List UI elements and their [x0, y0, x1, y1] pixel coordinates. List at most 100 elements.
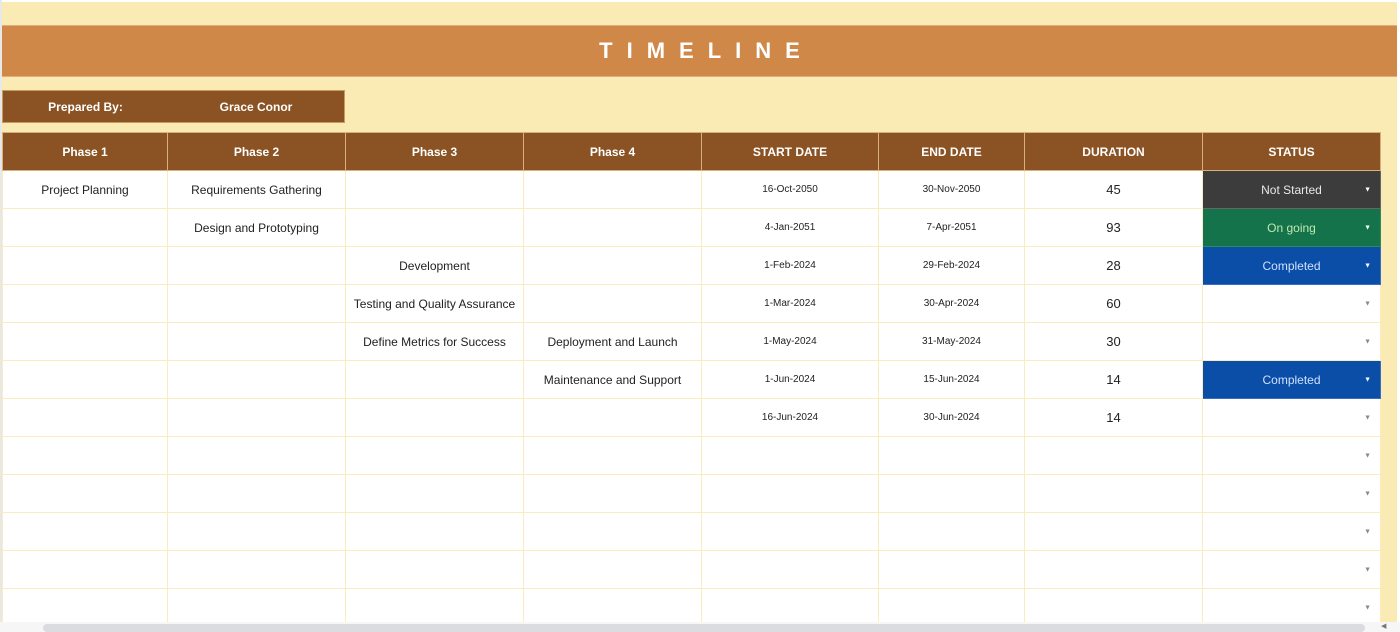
- phase-4-cell[interactable]: [523, 398, 702, 437]
- phase-1-cell[interactable]: [2, 550, 168, 589]
- phase-1-cell[interactable]: [2, 436, 168, 475]
- dropdown-caret-icon[interactable]: ▼: [1364, 490, 1371, 497]
- dropdown-caret-icon[interactable]: ▼: [1364, 186, 1371, 193]
- dropdown-caret-icon[interactable]: ▼: [1364, 338, 1371, 345]
- duration-cell[interactable]: [1024, 550, 1203, 589]
- phase-3-cell[interactable]: [345, 550, 524, 589]
- phase-1-cell[interactable]: [2, 208, 168, 247]
- phase-3-cell[interactable]: [345, 208, 524, 247]
- phase-2-cell[interactable]: [167, 360, 346, 399]
- duration-cell[interactable]: 28: [1024, 246, 1203, 285]
- phase-4-cell[interactable]: [523, 550, 702, 589]
- dropdown-caret-icon[interactable]: ▼: [1364, 566, 1371, 573]
- end-date-cell[interactable]: 30-Nov-2050: [878, 170, 1025, 209]
- end-date-cell[interactable]: [878, 436, 1025, 475]
- end-date-cell[interactable]: [878, 512, 1025, 551]
- start-date-cell[interactable]: [701, 588, 879, 627]
- dropdown-caret-icon[interactable]: ▼: [1364, 376, 1371, 383]
- start-date-cell[interactable]: 1-May-2024: [701, 322, 879, 361]
- start-date-cell[interactable]: [701, 550, 879, 589]
- dropdown-caret-icon[interactable]: ▼: [1364, 262, 1371, 269]
- phase-4-cell[interactable]: [523, 512, 702, 551]
- duration-cell[interactable]: 14: [1024, 360, 1203, 399]
- phase-3-cell[interactable]: [345, 360, 524, 399]
- dropdown-caret-icon[interactable]: ▼: [1364, 528, 1371, 535]
- end-date-cell[interactable]: 31-May-2024: [878, 322, 1025, 361]
- start-date-cell[interactable]: [701, 512, 879, 551]
- phase-1-cell[interactable]: [2, 588, 168, 627]
- phase-3-cell[interactable]: [345, 474, 524, 513]
- phase-4-cell[interactable]: Deployment and Launch: [523, 322, 702, 361]
- status-dropdown[interactable]: ▼: [1202, 436, 1381, 475]
- phase-2-cell[interactable]: [167, 284, 346, 323]
- start-date-cell[interactable]: 16-Oct-2050: [701, 170, 879, 209]
- column-header-end-date[interactable]: END DATE: [878, 132, 1025, 171]
- column-header-phase-2[interactable]: Phase 2: [167, 132, 346, 171]
- phase-1-cell[interactable]: [2, 512, 168, 551]
- duration-cell[interactable]: 93: [1024, 208, 1203, 247]
- status-dropdown[interactable]: ▼: [1202, 512, 1381, 551]
- phase-3-cell[interactable]: Testing and Quality Assurance: [345, 284, 524, 323]
- dropdown-caret-icon[interactable]: ▼: [1364, 604, 1371, 611]
- phase-1-cell[interactable]: Project Planning: [2, 170, 168, 209]
- status-dropdown[interactable]: ▼: [1202, 474, 1381, 513]
- column-header-phase-3[interactable]: Phase 3: [345, 132, 524, 171]
- duration-cell[interactable]: [1024, 474, 1203, 513]
- phase-2-cell[interactable]: [167, 436, 346, 475]
- phase-3-cell[interactable]: [345, 170, 524, 209]
- column-header-phase-4[interactable]: Phase 4: [523, 132, 702, 171]
- start-date-cell[interactable]: 16-Jun-2024: [701, 398, 879, 437]
- phase-4-cell[interactable]: Maintenance and Support: [523, 360, 702, 399]
- phase-1-cell[interactable]: [2, 284, 168, 323]
- end-date-cell[interactable]: [878, 474, 1025, 513]
- status-dropdown[interactable]: ▼: [1202, 284, 1381, 323]
- phase-2-cell[interactable]: [167, 474, 346, 513]
- phase-1-cell[interactable]: [2, 360, 168, 399]
- duration-cell[interactable]: 14: [1024, 398, 1203, 437]
- phase-4-cell[interactable]: [523, 208, 702, 247]
- status-dropdown[interactable]: ▼: [1202, 398, 1381, 437]
- phase-2-cell[interactable]: Design and Prototyping: [167, 208, 346, 247]
- duration-cell[interactable]: 45: [1024, 170, 1203, 209]
- column-header-duration[interactable]: DURATION: [1024, 132, 1203, 171]
- start-date-cell[interactable]: 1-Feb-2024: [701, 246, 879, 285]
- dropdown-caret-icon[interactable]: ▼: [1364, 300, 1371, 307]
- phase-2-cell[interactable]: [167, 588, 346, 627]
- end-date-cell[interactable]: 15-Jun-2024: [878, 360, 1025, 399]
- start-date-cell[interactable]: 4-Jan-2051: [701, 208, 879, 247]
- status-dropdown[interactable]: Not Started ▼: [1202, 170, 1381, 209]
- status-dropdown[interactable]: ▼: [1202, 322, 1381, 361]
- end-date-cell[interactable]: [878, 588, 1025, 627]
- status-dropdown[interactable]: Completed ▼: [1202, 360, 1381, 399]
- phase-3-cell[interactable]: [345, 436, 524, 475]
- phase-3-cell[interactable]: Development: [345, 246, 524, 285]
- phase-2-cell[interactable]: [167, 322, 346, 361]
- end-date-cell[interactable]: 7-Apr-2051: [878, 208, 1025, 247]
- phase-1-cell[interactable]: [2, 398, 168, 437]
- phase-4-cell[interactable]: [523, 474, 702, 513]
- phase-4-cell[interactable]: [523, 588, 702, 627]
- duration-cell[interactable]: [1024, 436, 1203, 475]
- phase-4-cell[interactable]: [523, 246, 702, 285]
- prepared-by-value[interactable]: Grace Conor: [168, 100, 344, 114]
- phase-2-cell[interactable]: [167, 550, 346, 589]
- horizontal-scrollbar[interactable]: ◀: [0, 622, 1400, 632]
- duration-cell[interactable]: 60: [1024, 284, 1203, 323]
- phase-3-cell[interactable]: Define Metrics for Success: [345, 322, 524, 361]
- start-date-cell[interactable]: [701, 436, 879, 475]
- status-dropdown[interactable]: ▼: [1202, 588, 1381, 627]
- phase-1-cell[interactable]: [2, 246, 168, 285]
- scrollbar-thumb[interactable]: [43, 624, 1365, 632]
- phase-3-cell[interactable]: [345, 398, 524, 437]
- start-date-cell[interactable]: 1-Mar-2024: [701, 284, 879, 323]
- end-date-cell[interactable]: 30-Jun-2024: [878, 398, 1025, 437]
- phase-2-cell[interactable]: Requirements Gathering: [167, 170, 346, 209]
- start-date-cell[interactable]: [701, 474, 879, 513]
- column-header-start-date[interactable]: START DATE: [701, 132, 879, 171]
- dropdown-caret-icon[interactable]: ▼: [1364, 452, 1371, 459]
- phase-2-cell[interactable]: [167, 512, 346, 551]
- start-date-cell[interactable]: 1-Jun-2024: [701, 360, 879, 399]
- phase-3-cell[interactable]: [345, 588, 524, 627]
- duration-cell[interactable]: 30: [1024, 322, 1203, 361]
- phase-3-cell[interactable]: [345, 512, 524, 551]
